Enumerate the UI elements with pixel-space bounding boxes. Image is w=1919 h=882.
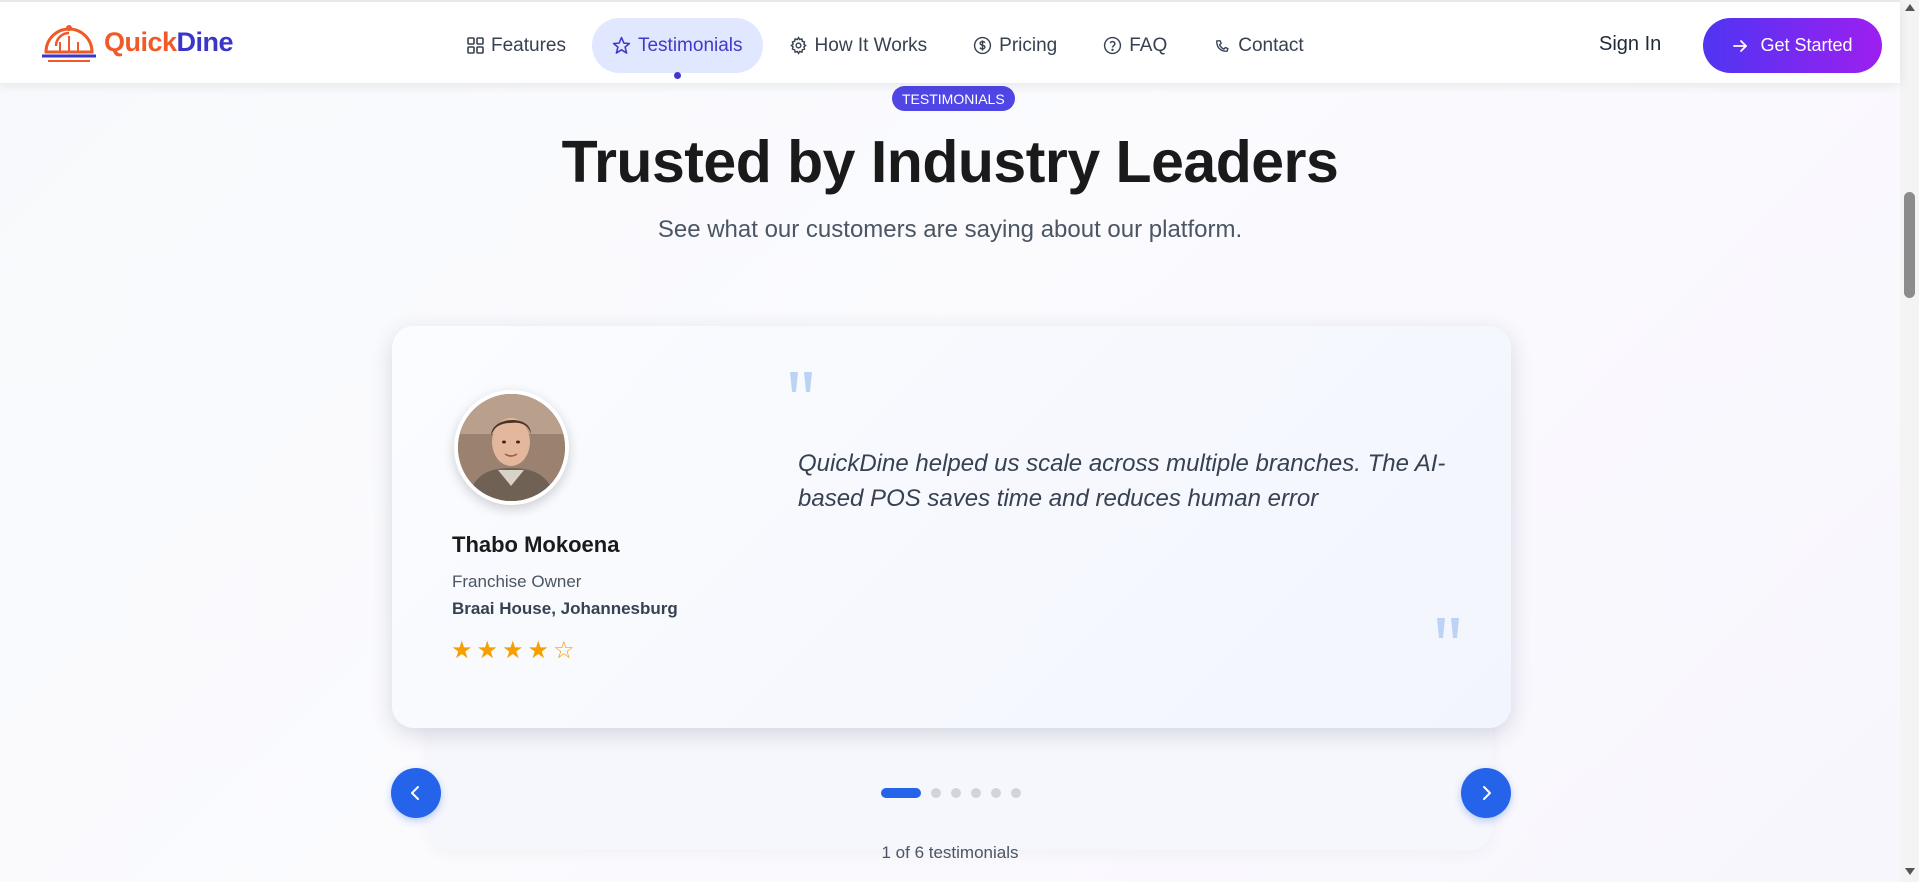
- section-title: Trusted by Industry Leaders: [561, 129, 1339, 195]
- pagination-dot[interactable]: [991, 788, 1001, 798]
- scroll-down-arrow-icon[interactable]: [1905, 868, 1915, 875]
- star-filled-icon: ★: [476, 637, 499, 664]
- star-filled-icon: ★: [451, 637, 473, 664]
- arrow-right-icon: [1733, 39, 1748, 52]
- nav-item-label: How It Works: [814, 34, 928, 56]
- previous-testimonial-button[interactable]: [391, 768, 441, 818]
- scrollbar-thumb[interactable]: [1904, 192, 1915, 298]
- top-navbar: QuickDine Features Testimonials How It W…: [0, 0, 1900, 83]
- pagination-dot[interactable]: [1011, 788, 1021, 798]
- star-rating: ★ ★ ★ ★ ☆: [451, 636, 575, 665]
- brand-logo[interactable]: QuickDine: [40, 22, 234, 62]
- nav-item-label: Contact: [1238, 34, 1304, 56]
- testimonial-quote: QuickDine helped us scale across multipl…: [798, 450, 1446, 512]
- section-subtitle: See what our customers are saying about …: [657, 216, 1243, 243]
- question-circle-icon: [1104, 36, 1122, 55]
- carousel-pagination: [881, 788, 1021, 798]
- vertical-scrollbar[interactable]: [1900, 0, 1919, 882]
- nav-item-label: Pricing: [999, 34, 1058, 56]
- person-name: Thabo Mokoena: [452, 532, 620, 557]
- avatar: [454, 390, 569, 505]
- nav-item-how-it-works[interactable]: How It Works: [769, 18, 948, 73]
- star-filled-icon: ★: [527, 637, 550, 664]
- star-empty-icon: ☆: [553, 637, 575, 664]
- brand-name-dine: Dine: [176, 26, 234, 57]
- nav-item-faq[interactable]: FAQ: [1083, 18, 1187, 73]
- next-testimonial-button[interactable]: [1461, 768, 1511, 818]
- pagination-dot[interactable]: [881, 788, 921, 798]
- phone-icon: [1216, 39, 1229, 52]
- nav-item-contact[interactable]: Contact: [1193, 18, 1323, 73]
- star-filled-icon: ★: [502, 637, 524, 664]
- section-badge: TESTIMONIALS: [892, 86, 1015, 111]
- nav-item-label: FAQ: [1129, 34, 1168, 56]
- dollar-circle-icon: [974, 36, 992, 55]
- scroll-up-arrow-icon[interactable]: [1905, 4, 1915, 11]
- testimonial-card: Thabo Mokoena Franchise Owner Braai Hous…: [392, 326, 1511, 728]
- chevron-left-icon: [411, 786, 419, 800]
- chevron-right-icon: [1483, 786, 1491, 800]
- gear-icon: [789, 36, 807, 55]
- person-photo-icon: [458, 394, 565, 501]
- brand-name: QuickDine: [104, 26, 234, 58]
- nav-item-testimonials[interactable]: Testimonials: [591, 18, 763, 79]
- brand-name-quick: Quick: [104, 26, 177, 57]
- pagination-dot[interactable]: [971, 788, 981, 798]
- pagination-dot[interactable]: [931, 788, 941, 798]
- get-started-label: Get Started: [1760, 35, 1853, 55]
- nav-item-label: Features: [491, 34, 566, 56]
- nav-item-pricing[interactable]: Pricing: [953, 18, 1077, 73]
- quote-close-icon: [1437, 618, 1459, 638]
- active-indicator-dot: [674, 72, 682, 79]
- person-role: Franchise Owner: [452, 572, 582, 591]
- quote-open-icon: [790, 372, 812, 392]
- person-company: Braai House, Johannesburg: [452, 599, 678, 618]
- pagination-dot[interactable]: [951, 788, 961, 798]
- main-nav: Features Testimonials How It Works Prici…: [447, 18, 1330, 79]
- carousel-counter: 1 of 6 testimonials: [881, 843, 1019, 862]
- sign-in-link[interactable]: Sign In: [1599, 33, 1661, 56]
- nav-item-label: Testimonials: [637, 34, 743, 56]
- star-icon: [612, 36, 631, 54]
- cloche-icon: [42, 25, 96, 62]
- grid-icon: [467, 37, 484, 54]
- get-started-button[interactable]: Get Started: [1703, 18, 1882, 73]
- nav-item-features[interactable]: Features: [447, 18, 586, 73]
